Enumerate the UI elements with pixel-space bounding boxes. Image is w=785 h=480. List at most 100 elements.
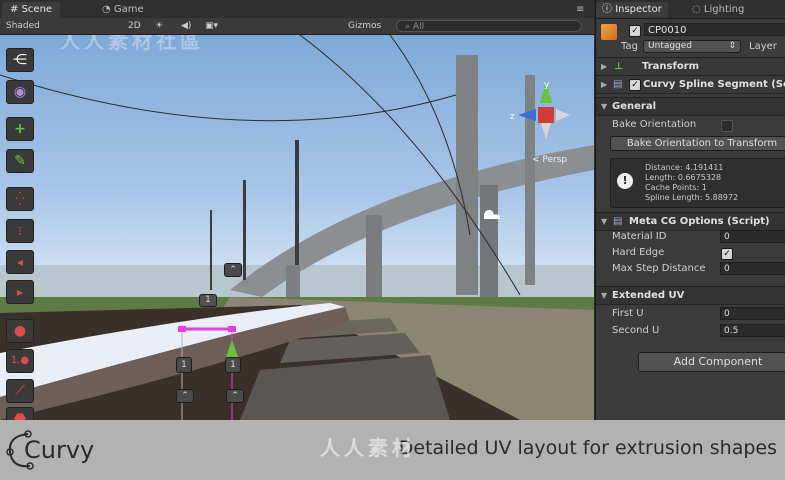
uv-handle-label[interactable]: 1 xyxy=(225,357,241,373)
general-header[interactable]: ▼ General xyxy=(596,97,785,116)
dots-vertical-icon[interactable]: ⁝ xyxy=(6,219,34,243)
catenary-pole xyxy=(456,55,478,295)
catenary-pole xyxy=(243,180,246,280)
orientation-gizmo[interactable]: y z xyxy=(508,75,584,151)
hash-icon: # xyxy=(10,4,19,15)
bake-orientation-label: Bake Orientation xyxy=(612,119,697,130)
info-distance: Distance: 4.191411 xyxy=(645,163,724,172)
pencil-icon[interactable]: ✎ xyxy=(6,149,34,173)
gizmo-center-cube xyxy=(538,107,554,123)
second-u-label: Second U xyxy=(612,325,660,336)
handle-up-button[interactable]: ⌃ xyxy=(176,389,194,403)
uv-handle-label[interactable]: 1 xyxy=(199,294,217,307)
max-step-label: Max Step Distance xyxy=(612,263,706,274)
spline-info-box: ! Distance: 4.191411 Length: 0.6675328 C… xyxy=(610,158,785,208)
bake-orientation-checkbox[interactable] xyxy=(721,120,733,132)
audio-icon[interactable]: ◀) xyxy=(181,19,191,33)
brand-name: Curvy xyxy=(24,436,95,464)
uv-handle-label[interactable]: 1 xyxy=(176,357,192,373)
pacman-icon: ◔ xyxy=(102,4,111,15)
sun-icon[interactable]: ☀ xyxy=(155,19,163,33)
svg-text:z: z xyxy=(510,112,515,122)
tab-game[interactable]: ◔ Game xyxy=(94,2,152,18)
gizmo-neg-y-axis xyxy=(541,123,551,139)
collapse-arrow-icon: ▼ xyxy=(601,102,608,111)
footer-banner: Curvy Detailed UV layout for extrusion s… xyxy=(0,420,785,480)
script-icon: ▤ xyxy=(613,216,623,227)
gizmo-x-axis xyxy=(556,109,570,121)
gizmos-dropdown[interactable]: Gizmos xyxy=(348,19,381,33)
scene-viewport[interactable]: 1 1 1 ⌃ ⌃ ⌃ y z < Persp ⋲ ◉ + ✎ ⁛ ⁝ ◂ ▸ … xyxy=(0,35,594,420)
svg-text:y: y xyxy=(544,80,550,90)
max-step-field[interactable]: 0 xyxy=(720,262,785,275)
dropdown-arrow-icon: ⇕ xyxy=(728,41,736,51)
scene-tabbar: # Scene ◔ Game ≡ xyxy=(0,0,594,19)
eye-icon[interactable]: ◉ xyxy=(6,80,34,104)
info-icon: ! xyxy=(617,173,633,189)
first-u-label: First U xyxy=(612,308,644,319)
curve-icon[interactable]: ⟋ xyxy=(6,379,34,403)
lightbulb-icon: ◌ xyxy=(692,4,701,15)
tab-lighting[interactable]: ◌ Lighting xyxy=(686,2,750,18)
add-component-button[interactable]: Add Component xyxy=(638,352,785,372)
info-length: Length: 0.6675328 xyxy=(645,173,722,182)
material-id-label: Material ID xyxy=(612,231,667,242)
scene-render xyxy=(0,35,594,420)
control-point xyxy=(178,326,186,332)
bake-orientation-button[interactable]: Bake Orientation to Transform xyxy=(610,136,785,151)
projection-label[interactable]: < Persp xyxy=(532,155,567,165)
info-spline-length: Spline Length: 5.88972 xyxy=(645,193,739,202)
object-name-field[interactable]: CP0010 xyxy=(644,23,785,36)
info-cache-points: Cache Points: 1 xyxy=(645,183,707,192)
transform-header[interactable]: ▶ ⊥ Transform xyxy=(596,57,785,76)
arrow-right-icon[interactable]: ▸ xyxy=(6,280,34,304)
meta-cg-header[interactable]: ▼ ▤ Meta CG Options (Script) xyxy=(596,212,785,231)
shading-dropdown[interactable]: Shaded xyxy=(6,19,40,33)
collapse-arrow-icon: ▼ xyxy=(601,217,608,226)
hard-edge-label: Hard Edge xyxy=(612,247,665,258)
material-id-field[interactable]: 0 xyxy=(720,230,785,243)
expand-arrow-icon: ▶ xyxy=(601,80,608,89)
image-effects-icon[interactable]: ▣▾ xyxy=(205,19,218,33)
dots-icon[interactable]: ⁛ xyxy=(6,187,34,211)
handle-up-button[interactable]: ⌃ xyxy=(224,263,242,277)
scene-search-input[interactable]: ⌕ All xyxy=(396,20,582,32)
watermark: 人人素材 xyxy=(320,436,416,460)
component-enabled-checkbox[interactable]: ✓ xyxy=(629,79,641,91)
scene-toolbar: Shaded 2D ☀ ◀) ▣▾ Gizmos ⌕ All xyxy=(0,18,594,35)
collapse-arrow-icon: ▼ xyxy=(601,291,608,300)
stop-icon[interactable]: ⬣ xyxy=(6,407,34,420)
sphere-icon[interactable]: ● xyxy=(6,319,34,343)
tag-dropdown[interactable]: Untagged ⇕ xyxy=(643,40,741,53)
catenary-pole xyxy=(210,210,212,290)
control-point xyxy=(228,326,236,332)
extended-uv-header[interactable]: ▼ Extended UV xyxy=(596,286,785,305)
expand-arrow-icon: ▶ xyxy=(601,62,608,71)
cube-icon xyxy=(601,24,617,40)
mode-2d-toggle[interactable]: 2D xyxy=(128,19,141,33)
watermark: 人人素材社區 xyxy=(60,35,204,53)
tab-menu-icon[interactable]: ≡ xyxy=(572,2,588,18)
info-icon: ⓘ xyxy=(602,4,612,15)
active-checkbox[interactable]: ✓ xyxy=(629,25,641,37)
bridge-pillar xyxy=(366,215,382,305)
inspector-panel: ⓘ Inspector ◌ Lighting ✓ CP0010 Tag Unta… xyxy=(595,0,785,420)
hierarchy-icon[interactable]: ⋲ xyxy=(6,48,34,72)
spline-segment-header[interactable]: ▶ ▤ ✓ Curvy Spline Segment (Script) xyxy=(596,75,785,94)
search-icon: ⌕ xyxy=(405,22,411,32)
second-u-field[interactable]: 0.5 xyxy=(720,324,785,337)
tab-scene[interactable]: # Scene xyxy=(2,2,61,18)
hard-edge-checkbox[interactable]: ✓ xyxy=(721,248,733,260)
handle-up-button[interactable]: ⌃ xyxy=(226,389,244,403)
script-icon: ▤ xyxy=(613,79,623,90)
catenary-pole xyxy=(295,140,299,265)
first-u-field[interactable]: 0 xyxy=(720,307,785,320)
axis-icon: ⊥ xyxy=(614,61,624,72)
arrow-left-icon[interactable]: ◂ xyxy=(6,250,34,274)
tag-label: Tag xyxy=(621,41,638,52)
add-icon[interactable]: + xyxy=(6,117,34,141)
gizmo-z-axis xyxy=(518,109,536,121)
banner-tagline: Detailed UV layout for extrusion shapes xyxy=(398,437,777,459)
tab-inspector[interactable]: ⓘ Inspector xyxy=(596,2,668,18)
numbered-sphere-icon[interactable]: 1.● xyxy=(6,349,34,373)
